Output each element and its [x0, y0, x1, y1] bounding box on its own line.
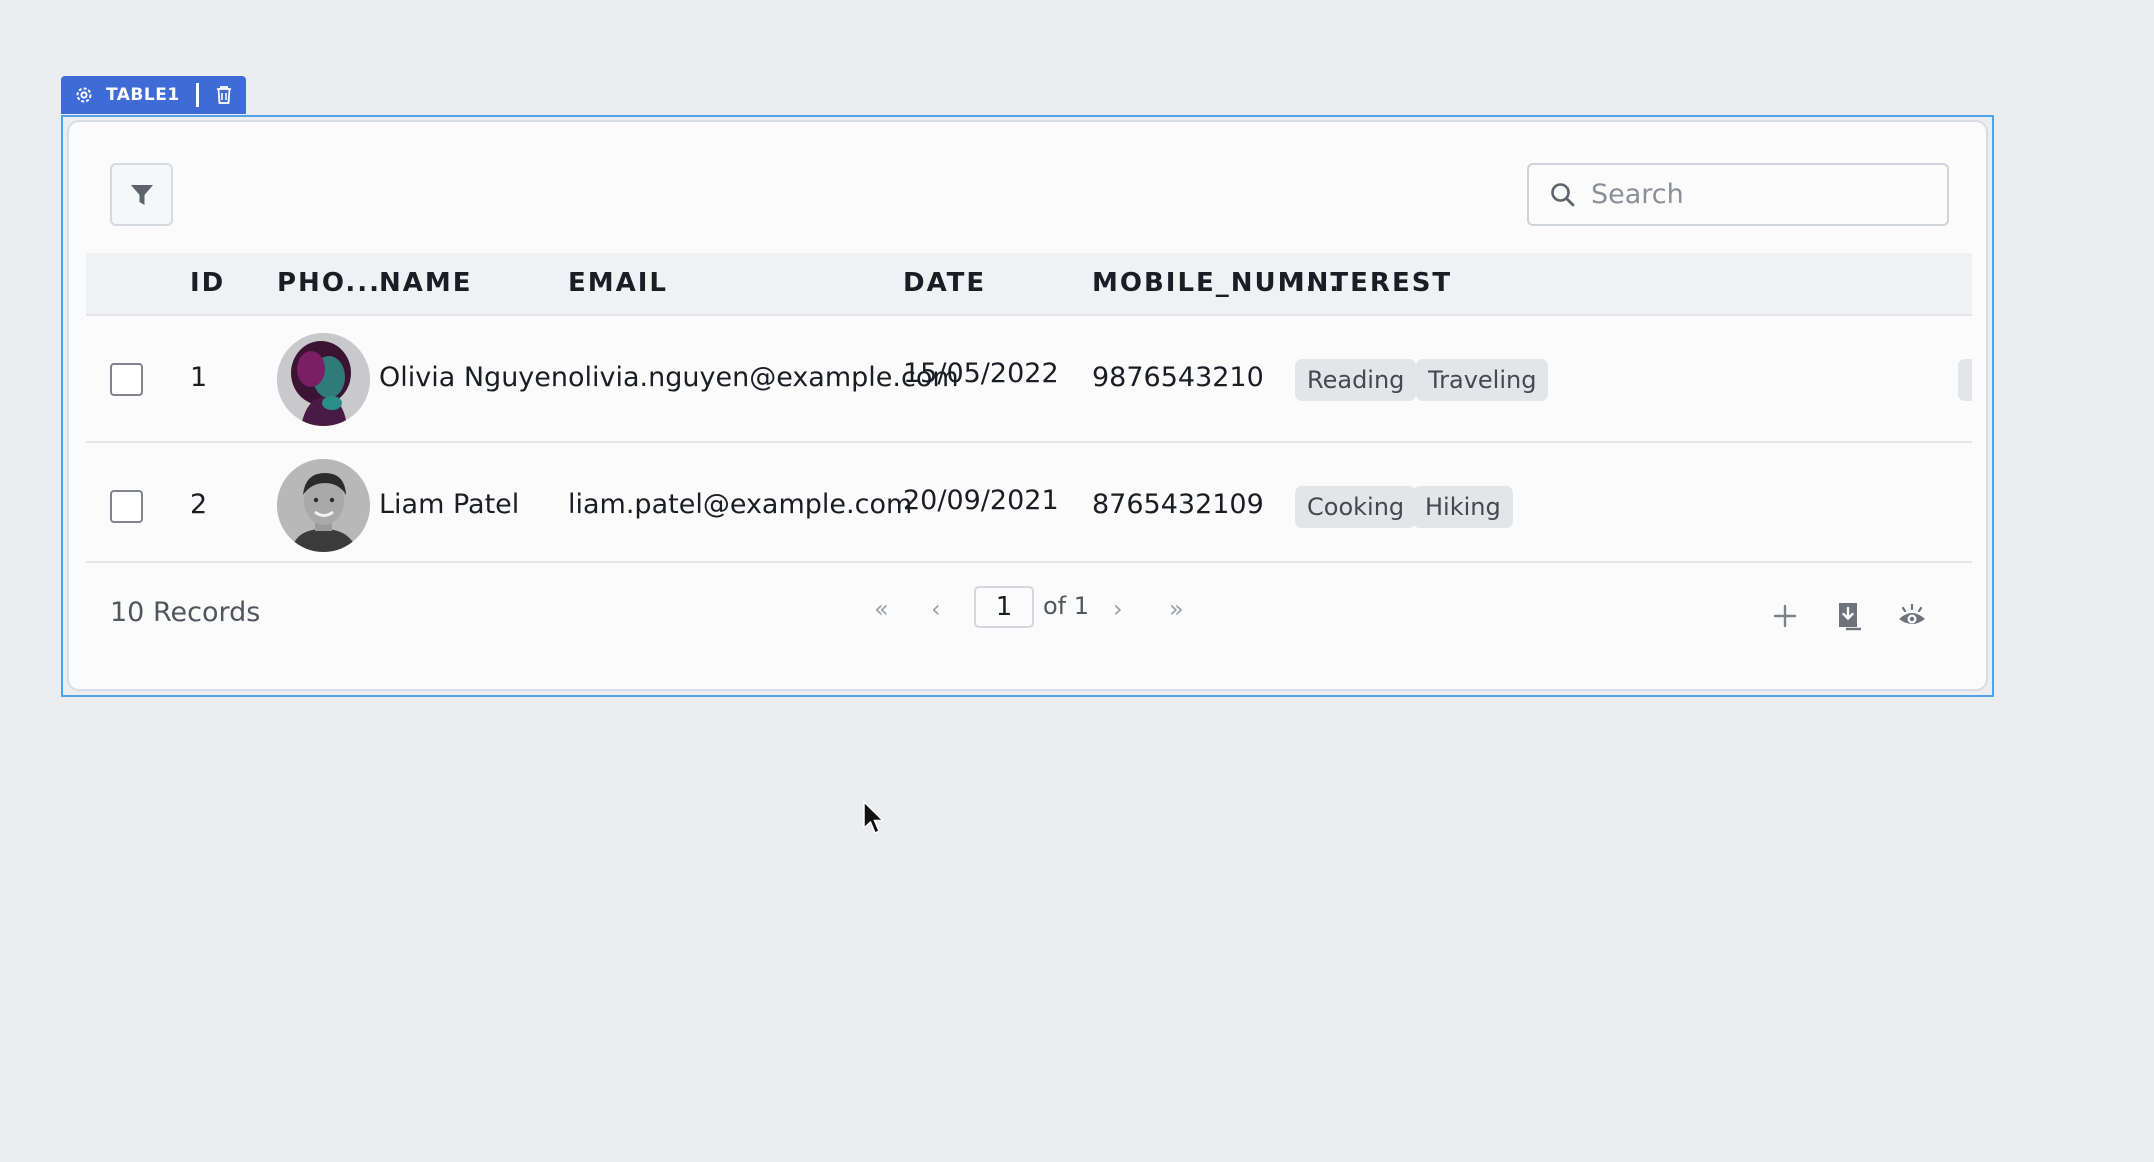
table-header: ID PHO... NAME EMAIL DATE MOBILE_NUM... …	[86, 253, 1972, 316]
cell-date: 20/09/2021	[903, 485, 1059, 516]
row-checkbox[interactable]	[110, 363, 143, 396]
widget-tag: TABLE1	[61, 76, 246, 114]
download-icon[interactable]	[1830, 598, 1866, 634]
widget-name: TABLE1	[106, 85, 180, 105]
column-visibility-eye-icon[interactable]	[1894, 598, 1930, 634]
page-number-input[interactable]: 1	[974, 586, 1034, 628]
next-page-icon[interactable]: ›	[1113, 588, 1123, 630]
cell-date: 15/05/2022	[903, 358, 1059, 389]
search-icon	[1551, 182, 1575, 206]
interest-chip: Reading	[1295, 359, 1417, 401]
cell-email: liam.patel@example.com	[568, 489, 913, 520]
cell-name: Olivia Nguyen	[379, 362, 569, 393]
column-header-interest[interactable]: INTEREST	[1295, 253, 1452, 314]
interest-chip-overflow	[1958, 359, 1972, 401]
column-header-name[interactable]: NAME	[379, 253, 473, 314]
cell-mobile: 8765432109	[1092, 489, 1264, 520]
table-widget: ID PHO... NAME EMAIL DATE MOBILE_NUM... …	[67, 120, 1988, 691]
avatar-photo	[277, 333, 370, 426]
tag-divider	[195, 83, 199, 107]
interest-chip: Hiking	[1413, 486, 1513, 528]
table-row[interactable]: 1 Olivia Nguyen olivia.nguyen@example.co…	[86, 316, 1972, 443]
mouse-cursor	[862, 800, 886, 840]
add-row-icon[interactable]	[1767, 598, 1803, 634]
records-count: 10 Records	[110, 597, 261, 628]
cell-email: olivia.nguyen@example.com	[568, 362, 959, 393]
interest-chip: Traveling	[1416, 359, 1549, 401]
delete-trash-icon[interactable]	[215, 85, 233, 105]
column-header-email[interactable]: EMAIL	[568, 253, 668, 314]
settings-gear-icon[interactable]	[74, 85, 94, 105]
previous-page-icon[interactable]: ‹	[931, 588, 941, 630]
cell-id: 2	[190, 489, 208, 520]
column-header-date[interactable]: DATE	[903, 253, 986, 314]
search-input[interactable]	[1591, 179, 1911, 210]
avatar-photo	[277, 459, 370, 552]
row-checkbox[interactable]	[110, 490, 143, 523]
cell-name: Liam Patel	[379, 489, 520, 520]
page-total: of 1	[1043, 592, 1090, 620]
filter-button[interactable]	[110, 163, 173, 226]
column-header-id[interactable]: ID	[190, 253, 225, 314]
column-header-photo[interactable]: PHO...	[277, 253, 381, 314]
first-page-icon[interactable]: «	[874, 588, 889, 630]
cell-id: 1	[190, 362, 208, 393]
search-box[interactable]	[1527, 163, 1949, 226]
interest-chip: Cooking	[1295, 486, 1417, 528]
filter-icon	[130, 184, 153, 205]
cell-mobile: 9876543210	[1092, 362, 1264, 393]
table-row[interactable]: 2 Liam Patel liam.patel@example.com 20/0…	[86, 443, 1972, 563]
last-page-icon[interactable]: »	[1169, 588, 1184, 630]
